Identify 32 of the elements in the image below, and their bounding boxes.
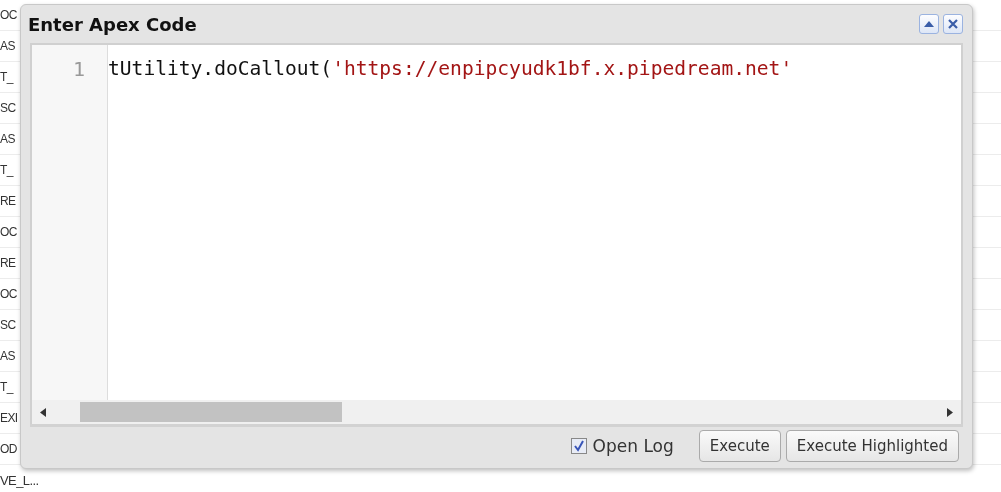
list-item-text: OC	[0, 225, 17, 239]
horizontal-scrollbar[interactable]	[32, 400, 961, 424]
scroll-right-icon[interactable]	[947, 407, 953, 417]
list-item-text: OD	[0, 442, 17, 456]
collapse-button[interactable]	[919, 14, 939, 34]
list-item-text: OC	[0, 287, 17, 301]
list-item-text: AS	[0, 39, 15, 53]
line-number: 1	[71, 56, 86, 83]
list-item-text: T_	[0, 163, 13, 177]
list-item-text: T_	[0, 380, 13, 394]
close-button[interactable]	[943, 14, 963, 34]
open-log-checkbox[interactable]	[570, 437, 587, 454]
list-item-text: VE_L...	[0, 472, 39, 488]
triangle-up-icon	[924, 21, 934, 27]
scroll-left-icon[interactable]	[40, 407, 46, 417]
list-item-text: AS	[0, 349, 15, 363]
list-item-text: RE	[0, 256, 16, 270]
list-item-text: AS	[0, 132, 15, 146]
execute-button[interactable]: Execute Highlighted	[785, 429, 959, 462]
execute-button[interactable]: Execute	[698, 429, 781, 462]
list-item-text: T_	[0, 70, 13, 84]
list-item-text: RE	[0, 194, 16, 208]
open-log-label: Open Log	[592, 435, 674, 456]
dialog-title: Enter Apex Code	[28, 13, 197, 35]
list-item-text: SC	[0, 101, 16, 115]
list-item-text: EXI	[0, 411, 18, 425]
code-line: tUtility.doCallout('https://enpipcyudk1bf.x.pipedream.net'	[108, 56, 793, 82]
scrollbar-thumb[interactable]	[80, 402, 342, 422]
code-editor[interactable]: 1 tUtility.doCallout('https://enpipcyudk1bf.x.pipedream.net'	[30, 43, 963, 424]
list-item-text: SC	[0, 318, 16, 332]
list-item-text: OC	[0, 8, 17, 22]
close-icon	[948, 19, 958, 29]
